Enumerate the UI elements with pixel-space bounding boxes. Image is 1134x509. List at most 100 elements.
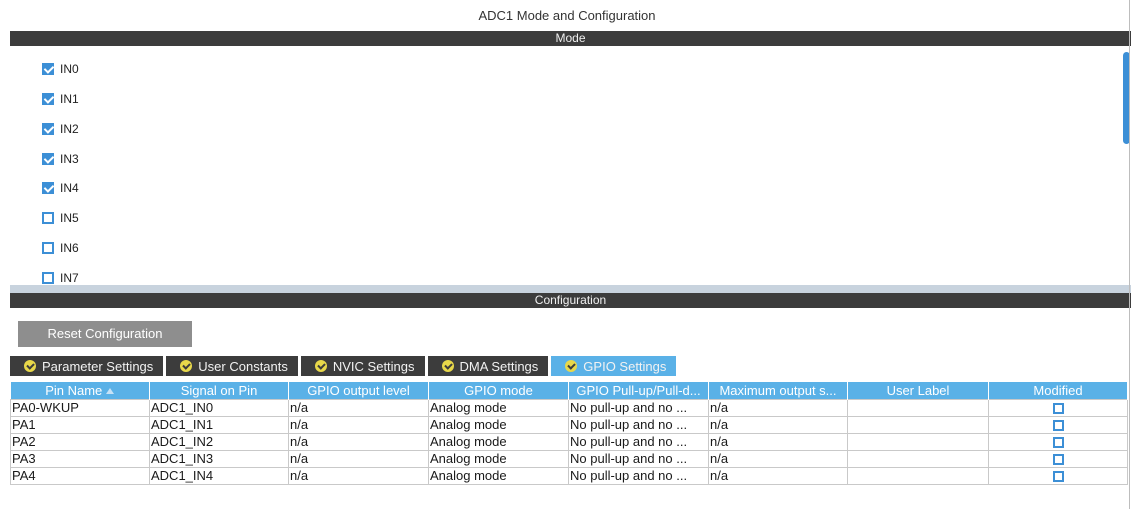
cell-pin-name: PA0-WKUP [10,398,150,417]
tab-gpio-settings[interactable]: GPIO Settings [551,356,677,376]
table-row[interactable]: PA1 ADC1_IN1 n/a Analog mode No pull-up … [10,415,1128,434]
check-circle-icon [441,360,454,372]
cell-gpio-mode: Analog mode [428,415,569,434]
check-circle-icon [180,360,193,372]
channel-label: IN7 [60,271,79,285]
cell-max-speed: n/a [708,432,848,451]
table-header-row: Pin Name Signal on Pin GPIO output level… [10,382,1128,399]
checkbox-checked-icon[interactable] [42,93,54,105]
tab-nvic-settings[interactable]: NVIC Settings [300,356,425,376]
cell-max-speed: n/a [708,415,848,434]
cell-user-label[interactable] [847,415,989,434]
window-title: ADC1 Mode and Configuration [478,8,656,23]
tab-parameter-settings[interactable]: Parameter Settings [10,356,164,376]
channel-label: IN6 [60,241,79,255]
checkbox-checked-icon[interactable] [42,63,54,75]
cell-pin-name: PA1 [10,415,150,434]
tab-dma-settings[interactable]: DMA Settings [427,356,549,376]
cell-max-speed: n/a [708,449,848,468]
cell-modified [988,449,1128,468]
cell-output-level: n/a [288,449,429,468]
cell-pull: No pull-up and no ... [568,449,709,468]
mode-panel-divider [10,285,1131,293]
column-header-user-label[interactable]: User Label [847,382,989,399]
cell-gpio-mode: Analog mode [428,398,569,417]
cell-pin-name: PA2 [10,432,150,451]
channel-in3[interactable]: IN3 [42,152,79,166]
cell-modified [988,432,1128,451]
window-edge [1129,0,1130,509]
tab-label: Parameter Settings [42,358,154,374]
sort-ascending-icon[interactable] [106,388,115,395]
column-header-pull[interactable]: GPIO Pull-up/Pull-d... [568,382,709,399]
table-row[interactable]: PA4 ADC1_IN4 n/a Analog mode No pull-up … [10,466,1128,485]
table-row[interactable]: PA3 ADC1_IN3 n/a Analog mode No pull-up … [10,449,1128,468]
cell-signal: ADC1_IN4 [149,466,289,485]
reset-configuration-button[interactable]: Reset Configuration [18,321,192,347]
channel-in0[interactable]: IN0 [42,62,79,76]
check-circle-icon [314,360,327,372]
cell-output-level: n/a [288,466,429,485]
cell-modified [988,466,1128,485]
channel-label: IN3 [60,152,79,166]
channel-label: IN1 [60,92,79,106]
channel-label: IN4 [60,181,79,195]
tab-label: User Constants [198,358,288,374]
tab-user-constants[interactable]: User Constants [166,356,298,376]
channel-in6[interactable]: IN6 [42,241,79,255]
channel-in4[interactable]: IN4 [42,181,79,195]
tab-label: NVIC Settings [332,358,415,374]
tab-label: DMA Settings [459,358,539,374]
config-tabs: Parameter Settings User Constants NVIC S… [10,356,679,376]
cell-pull: No pull-up and no ... [568,415,709,434]
cell-output-level: n/a [288,415,429,434]
cell-pull: No pull-up and no ... [568,432,709,451]
cell-signal: ADC1_IN0 [149,398,289,417]
table-row[interactable]: PA2 ADC1_IN2 n/a Analog mode No pull-up … [10,432,1128,451]
cell-signal: ADC1_IN1 [149,415,289,434]
column-header-modified[interactable]: Modified [988,382,1128,399]
cell-user-label[interactable] [847,466,989,485]
column-header-gpio-mode[interactable]: GPIO mode [428,382,569,399]
checkbox-checked-icon[interactable] [42,153,54,165]
cell-max-speed: n/a [708,398,848,417]
column-header-output-level[interactable]: GPIO output level [288,382,429,399]
channel-label: IN2 [60,122,79,136]
channel-label: IN0 [60,62,79,76]
cell-max-speed: n/a [708,466,848,485]
cell-output-level: n/a [288,398,429,417]
channel-in5[interactable]: IN5 [42,211,79,225]
checkbox-unchecked-icon[interactable] [42,272,54,284]
modified-checkbox[interactable] [1052,403,1064,415]
column-header-pin-name[interactable]: Pin Name [10,382,150,399]
cell-gpio-mode: Analog mode [428,449,569,468]
cell-modified [988,398,1128,417]
channel-in2[interactable]: IN2 [42,122,79,136]
checkbox-unchecked-icon[interactable] [42,212,54,224]
cell-gpio-mode: Analog mode [428,432,569,451]
table-row[interactable]: PA0-WKUP ADC1_IN0 n/a Analog mode No pul… [10,398,1128,417]
modified-checkbox[interactable] [1052,437,1064,449]
cell-user-label[interactable] [847,432,989,451]
checkbox-checked-icon[interactable] [42,123,54,135]
cell-pull: No pull-up and no ... [568,398,709,417]
column-header-max-speed[interactable]: Maximum output s... [708,382,848,399]
cell-output-level: n/a [288,432,429,451]
check-circle-icon [565,360,578,372]
checkbox-unchecked-icon[interactable] [42,242,54,254]
cell-user-label[interactable] [847,398,989,417]
column-header-signal[interactable]: Signal on Pin [149,382,289,399]
modified-checkbox[interactable] [1052,454,1064,466]
cell-gpio-mode: Analog mode [428,466,569,485]
channel-in7[interactable]: IN7 [42,271,79,285]
cell-user-label[interactable] [847,449,989,468]
channel-in1[interactable]: IN1 [42,92,79,106]
mode-section-header: Mode [10,31,1131,46]
modified-checkbox[interactable] [1052,420,1064,432]
tab-label: GPIO Settings [583,358,667,374]
channel-label: IN5 [60,211,79,225]
check-circle-icon [24,360,36,372]
modified-checkbox[interactable] [1052,471,1064,483]
checkbox-checked-icon[interactable] [42,182,54,194]
cell-modified [988,415,1128,434]
